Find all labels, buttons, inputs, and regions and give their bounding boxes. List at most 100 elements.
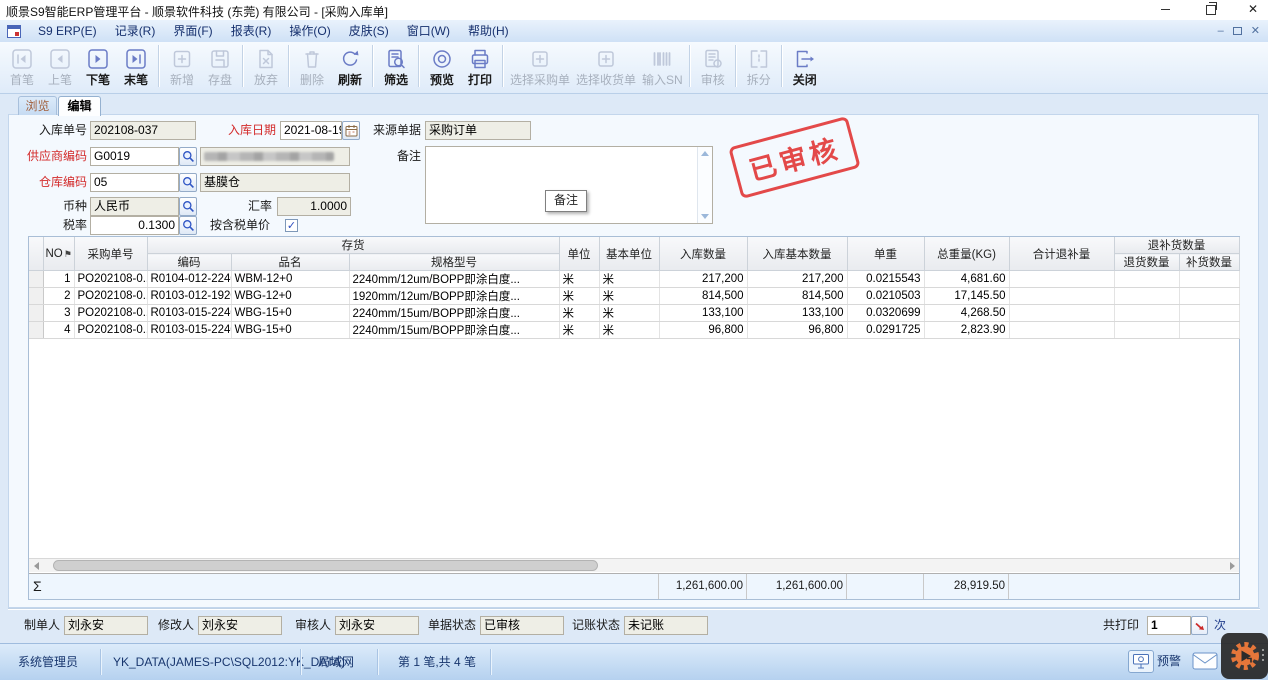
cell-qty[interactable]: 217,200 (659, 271, 747, 288)
cell-no[interactable]: 2 (43, 288, 74, 305)
tax-included-checkbox[interactable]: ✓ (285, 219, 298, 232)
col-total-weight-header[interactable]: 总重量(KG) (924, 237, 1009, 271)
cell-name[interactable]: WBG-15+0 (231, 305, 349, 322)
col-spec-header[interactable]: 规格型号 (349, 254, 559, 271)
mdi-minimize-icon[interactable]: – (1218, 25, 1224, 37)
tax-rate-lookup-button[interactable] (179, 216, 197, 235)
print-count-spin-button[interactable] (1191, 616, 1208, 635)
cell-total-weight[interactable]: 4,681.60 (924, 271, 1009, 288)
toolbar-filter-button[interactable]: 筛选 (377, 42, 415, 88)
cell-return-qty[interactable] (1114, 322, 1179, 339)
col-adjust-group-header[interactable]: 退补货数量 (1114, 237, 1239, 254)
cell-total-adjust[interactable] (1009, 322, 1114, 339)
col-unit-header[interactable]: 单位 (559, 237, 599, 271)
cell-po[interactable]: PO202108-0... (74, 288, 147, 305)
col-name-header[interactable]: 品名 (231, 254, 349, 271)
cell-code[interactable]: R0103-015-2240-00 (147, 305, 231, 322)
cell-unit[interactable]: 米 (559, 305, 599, 322)
scroll-left-icon[interactable] (29, 560, 43, 572)
floating-widget[interactable] (1221, 633, 1268, 679)
cell-replenish-qty[interactable] (1179, 271, 1239, 288)
col-return-qty-header[interactable]: 退货数量 (1114, 254, 1179, 271)
warehouse-code-field[interactable]: 05 (90, 173, 179, 192)
col-total-adjust-header[interactable]: 合计退补量 (1009, 237, 1114, 271)
scroll-up-icon[interactable] (701, 151, 709, 156)
col-code-header[interactable]: 编码 (147, 254, 231, 271)
cell-unit-weight[interactable]: 0.0320699 (847, 305, 924, 322)
close-button[interactable]: ✕ (1238, 2, 1268, 18)
cell-qty[interactable]: 133,100 (659, 305, 747, 322)
col-replenish-qty-header[interactable]: 补货数量 (1179, 254, 1239, 271)
col-po-header[interactable]: 采购单号 (74, 237, 147, 271)
cell-base-qty[interactable]: 217,200 (747, 271, 847, 288)
tab-edit[interactable]: 编辑 (58, 96, 101, 116)
cell-total-weight[interactable]: 2,823.90 (924, 322, 1009, 339)
receipt-date-field[interactable]: 2021-08-19 (280, 121, 342, 140)
cell-unit-weight[interactable]: 0.0291725 (847, 322, 924, 339)
cell-spec[interactable]: 2240mm/15um/BOPP即涂白度... (349, 305, 559, 322)
cell-unit[interactable]: 米 (559, 322, 599, 339)
cell-base-qty[interactable]: 814,500 (747, 288, 847, 305)
cell-return-qty[interactable] (1114, 288, 1179, 305)
cell-po[interactable]: PO202108-0... (74, 271, 147, 288)
cell-spec[interactable]: 2240mm/12um/BOPP即涂白度... (349, 271, 559, 288)
cell-base-qty[interactable]: 96,800 (747, 322, 847, 339)
cell-unit[interactable]: 米 (559, 271, 599, 288)
alert-label[interactable]: 预警 (1157, 643, 1181, 679)
remark-scrollbar[interactable] (697, 147, 712, 223)
currency-lookup-button[interactable] (179, 197, 197, 216)
menu-item-window[interactable]: 窗口(W) (398, 20, 459, 42)
menu-item-operate[interactable]: 操作(O) (280, 20, 339, 42)
mail-icon[interactable] (1192, 652, 1218, 670)
cell-base-unit[interactable]: 米 (599, 322, 659, 339)
mdi-restore-icon[interactable] (1233, 27, 1242, 35)
table-row[interactable]: 2 PO202108-0... R0103-012-1920-00 WBG-12… (29, 288, 1239, 305)
cell-total-adjust[interactable] (1009, 305, 1114, 322)
minimize-button[interactable] (1150, 2, 1180, 18)
cell-name[interactable]: WBM-12+0 (231, 271, 349, 288)
cell-total-weight[interactable]: 4,268.50 (924, 305, 1009, 322)
scroll-down-icon[interactable] (701, 214, 709, 219)
cell-unit-weight[interactable]: 0.0215543 (847, 271, 924, 288)
toolbar-preview-button[interactable]: 预览 (423, 42, 461, 88)
cell-total-adjust[interactable] (1009, 271, 1114, 288)
cell-spec[interactable]: 1920mm/12um/BOPP即涂白度... (349, 288, 559, 305)
toolbar-print-button[interactable]: 打印 (461, 42, 499, 88)
print-count-field[interactable]: 1 (1147, 616, 1191, 635)
cell-name[interactable]: WBG-15+0 (231, 322, 349, 339)
mdi-close-icon[interactable]: ✕ (1251, 25, 1260, 37)
col-unit-weight-header[interactable]: 单重 (847, 237, 924, 271)
tax-rate-field[interactable]: 0.1300 (90, 216, 179, 235)
cell-return-qty[interactable] (1114, 305, 1179, 322)
cell-base-qty[interactable]: 133,100 (747, 305, 847, 322)
menu-item-record[interactable]: 记录(R) (106, 20, 165, 42)
supplier-lookup-button[interactable] (179, 147, 197, 166)
remark-textarea[interactable] (425, 146, 713, 224)
menu-item-ui[interactable]: 界面(F) (164, 20, 221, 42)
supplier-code-field[interactable]: G0019 (90, 147, 179, 166)
cell-total-adjust[interactable] (1009, 288, 1114, 305)
tab-browse[interactable]: 浏览 (18, 96, 57, 115)
col-base-qty-header[interactable]: 入库基本数量 (747, 237, 847, 271)
col-base-unit-header[interactable]: 基本单位 (599, 237, 659, 271)
cell-spec[interactable]: 2240mm/15um/BOPP即涂白度... (349, 322, 559, 339)
table-row[interactable]: 1 PO202108-0... R0104-012-2240-00 WBM-12… (29, 271, 1239, 288)
cell-total-weight[interactable]: 17,145.50 (924, 288, 1009, 305)
toolbar-refresh-button[interactable]: 刷新 (331, 42, 369, 88)
toolbar-last-button[interactable]: 末笔 (117, 42, 155, 88)
warehouse-lookup-button[interactable] (179, 173, 197, 192)
table-row[interactable]: 3 PO202108-0... R0103-015-2240-00 WBG-15… (29, 305, 1239, 322)
cell-code[interactable]: R0104-012-2240-00 (147, 271, 231, 288)
cell-code[interactable]: R0103-015-2240-00 (147, 322, 231, 339)
table-row[interactable]: 4 PO202108-0... R0103-015-2240-00 WBG-15… (29, 322, 1239, 339)
cell-replenish-qty[interactable] (1179, 288, 1239, 305)
cell-no[interactable]: 4 (43, 322, 74, 339)
cell-qty[interactable]: 814,500 (659, 288, 747, 305)
mdi-window-controls[interactable]: –✕ (1209, 20, 1260, 42)
restore-button[interactable] (1196, 2, 1226, 18)
cell-no[interactable]: 1 (43, 271, 74, 288)
toolbar-next-button[interactable]: 下笔 (79, 42, 117, 88)
cell-no[interactable]: 3 (43, 305, 74, 322)
cell-unit[interactable]: 米 (559, 288, 599, 305)
horizontal-scrollbar[interactable] (29, 558, 1239, 572)
